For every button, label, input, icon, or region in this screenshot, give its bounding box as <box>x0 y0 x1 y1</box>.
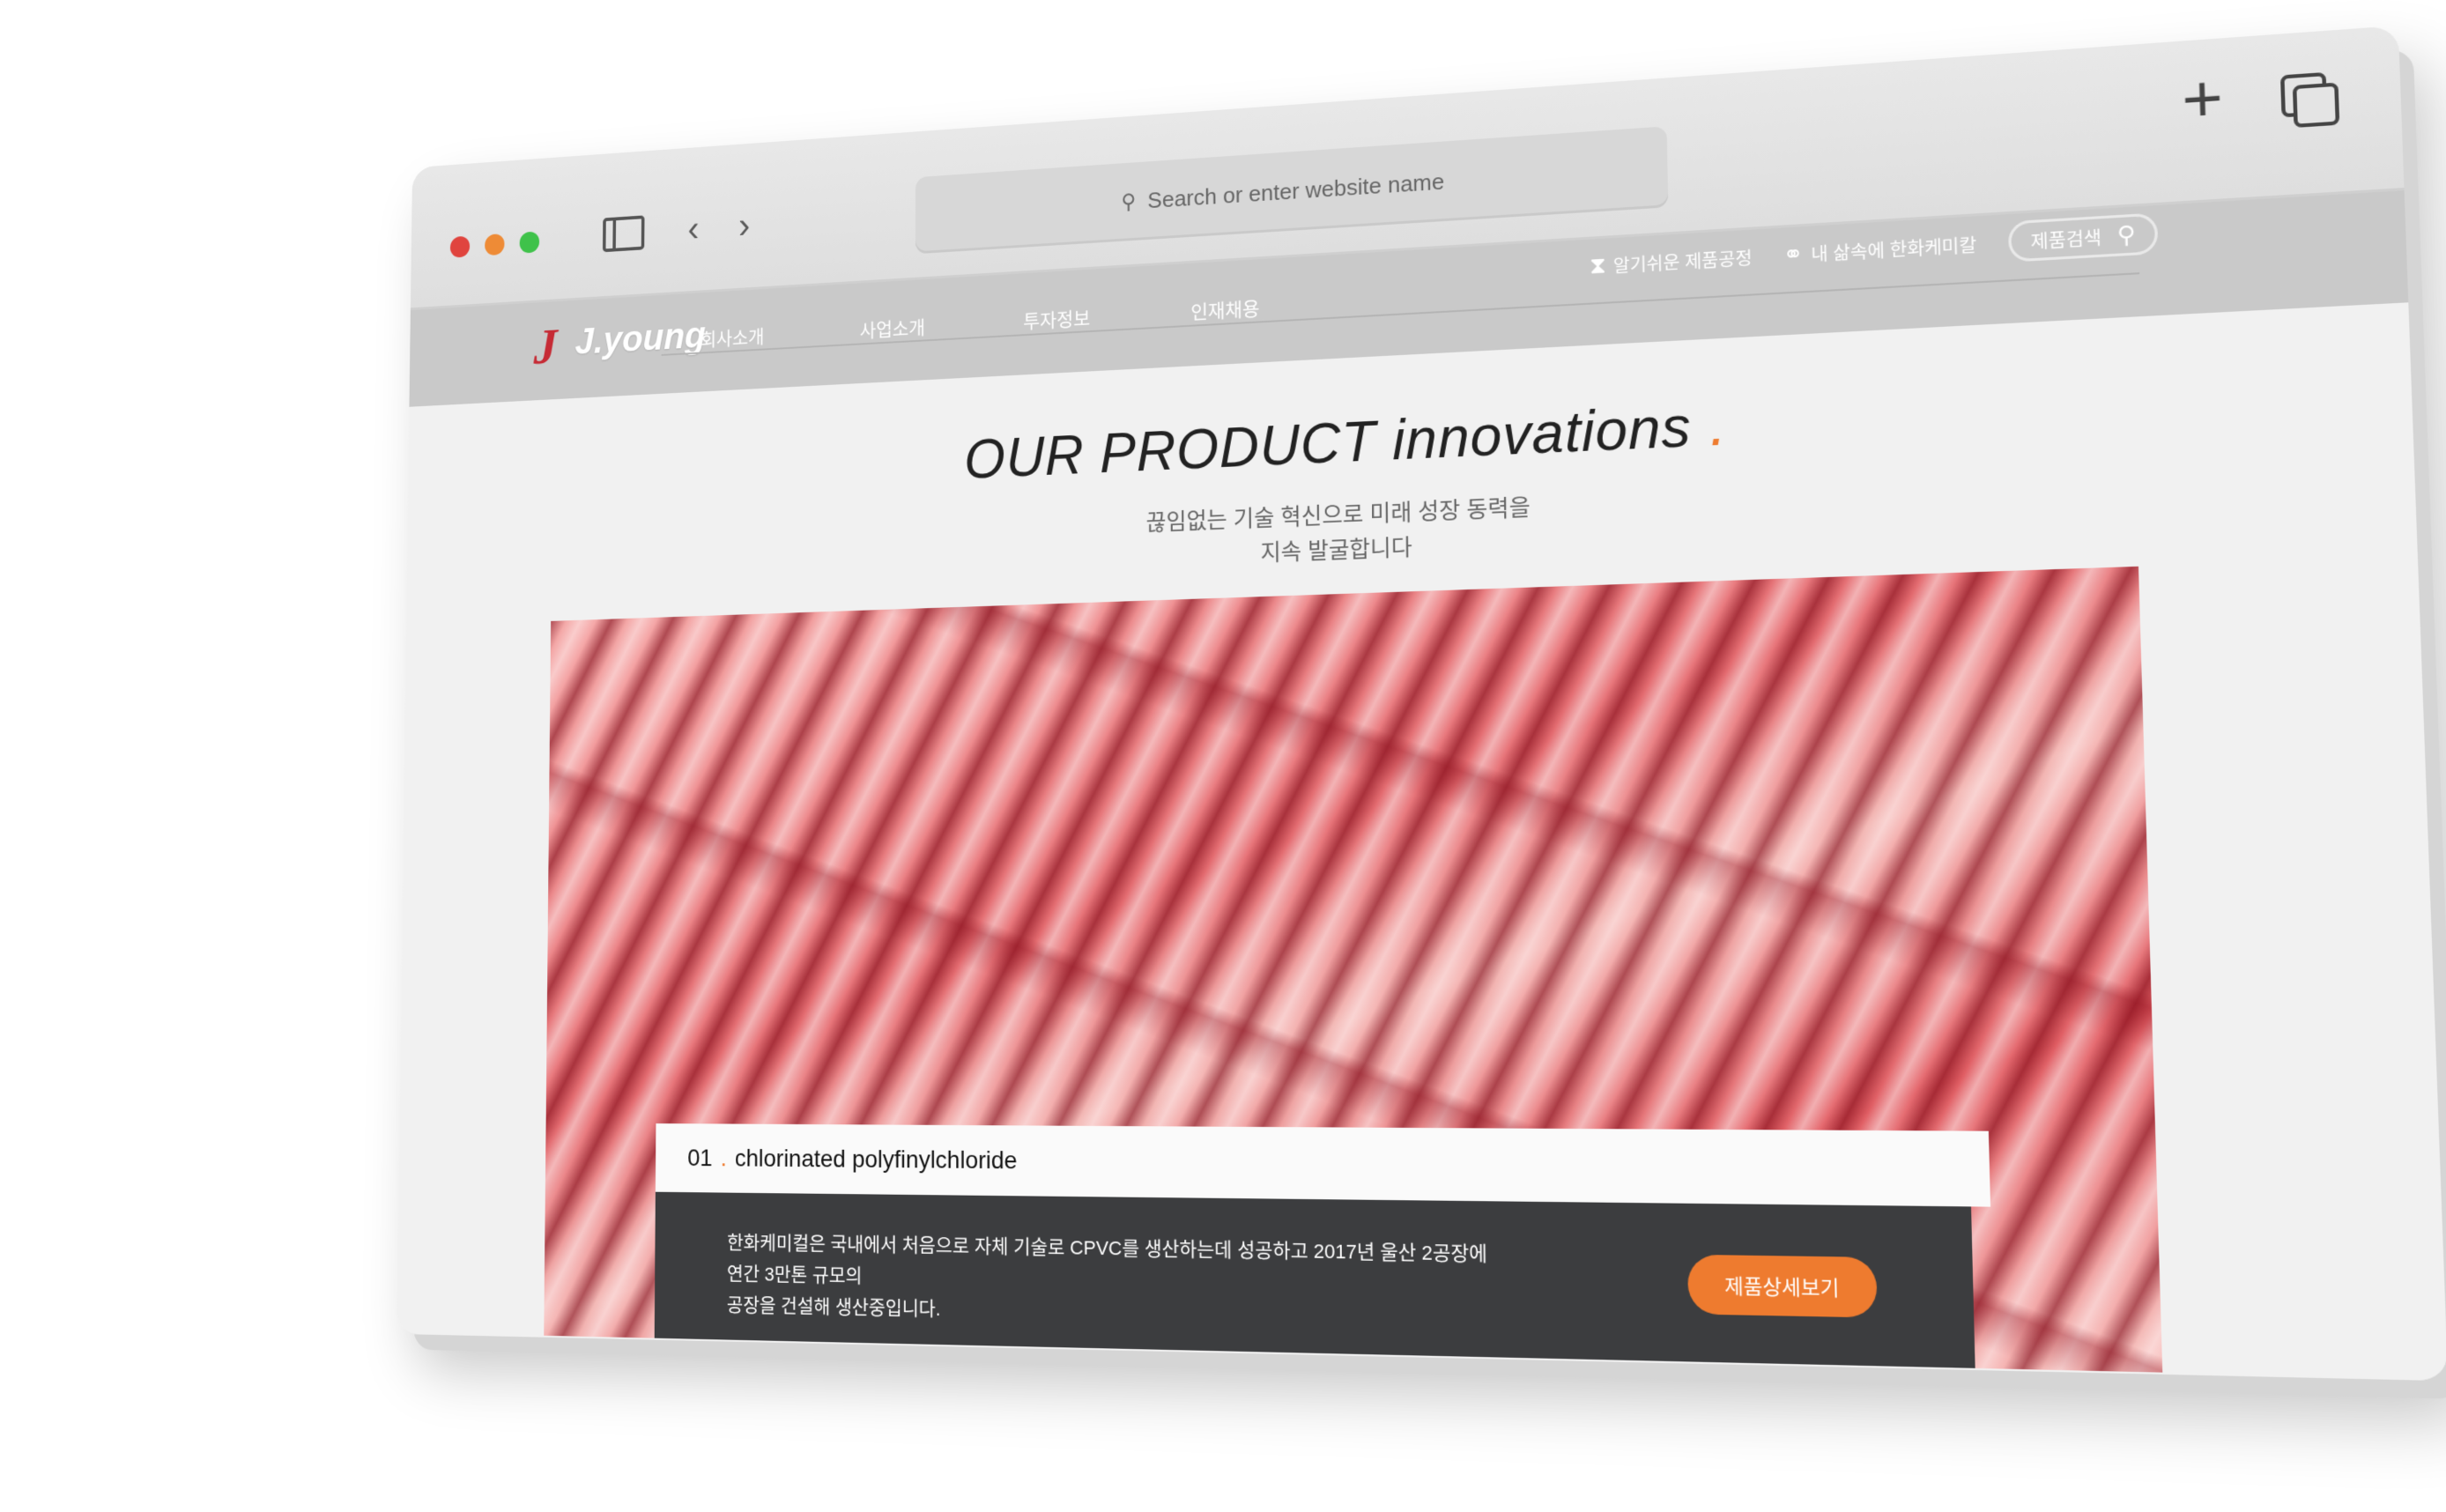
mockup-stage: ‹ › ⚲ Search or enter website name + J J… <box>0 0 2446 1512</box>
logo-mark-icon: J <box>533 318 558 375</box>
main-nav: 회사소개 사업소개 투자정보 인재채용 <box>700 293 1260 352</box>
page-title-text: OUR PRODUCT innovations <box>964 394 1693 491</box>
search-icon: ⚲ <box>2116 220 2136 249</box>
window-controls <box>449 231 540 258</box>
product-detail-button[interactable]: 제품상세보기 <box>1687 1254 1878 1318</box>
life-label: 내 삶속에 한화케미칼 <box>1811 235 1977 266</box>
search-icon: ⚲ <box>1121 189 1137 214</box>
product-card: 01 . chlorinated polyfinylchloride 한화케미컬… <box>654 1123 1991 1368</box>
product-card-body: 한화케미컬은 국내에서 처음으로 자체 기술로 CPVC를 생산하는데 성공하고… <box>654 1191 1975 1368</box>
sidebar-toggle-icon[interactable] <box>600 208 647 260</box>
product-search-label: 제품검색 <box>2030 228 2102 254</box>
browser-window: ‹ › ⚲ Search or enter website name + J J… <box>397 25 2446 1382</box>
hourglass-icon: ⧗ <box>1589 251 1607 279</box>
close-window-button[interactable] <box>449 235 471 258</box>
product-number: 01 <box>687 1144 713 1172</box>
back-arrow-icon[interactable]: ‹ <box>670 204 716 256</box>
process-label: 알기쉬운 제품공정 <box>1612 248 1753 278</box>
process-link[interactable]: ⧗ 알기쉬운 제품공정 <box>1590 242 1753 280</box>
title-accent-dot: . <box>1708 392 1728 458</box>
product-description: 한화케미컬은 국내에서 처음으로 자체 기술로 CPVC를 생산하는데 성공하고… <box>727 1227 1496 1338</box>
address-bar[interactable]: ⚲ Search or enter website name <box>915 126 1669 255</box>
main-content: OUR PRODUCT innovations. 끊임없는 기술 혁신으로 미래… <box>397 302 2446 1382</box>
site-logo[interactable]: J J.young <box>530 309 707 375</box>
nav-item-careers[interactable]: 인재채용 <box>1190 293 1259 325</box>
nav-item-company[interactable]: 회사소개 <box>700 322 764 352</box>
product-name: chlorinated polyfinylchloride <box>734 1144 1018 1175</box>
minimize-window-button[interactable] <box>485 233 505 256</box>
maximize-window-button[interactable] <box>519 231 540 254</box>
product-search-button[interactable]: 제품검색 ⚲ <box>2008 212 2159 263</box>
handshake-icon: ⚭ <box>1783 240 1805 269</box>
forward-arrow-icon[interactable]: › <box>721 200 768 252</box>
logo-text: J.young <box>574 315 707 363</box>
address-placeholder: Search or enter website name <box>1147 167 1445 213</box>
nav-item-business[interactable]: 사업소개 <box>860 313 925 344</box>
nav-item-investment[interactable]: 투자정보 <box>1023 303 1090 334</box>
tab-overview-icon[interactable] <box>2279 71 2342 130</box>
life-link[interactable]: ⚭ 내 삶속에 한화케미칼 <box>1783 230 1977 269</box>
new-tab-plus-icon[interactable]: + <box>2172 61 2232 137</box>
product-accent-dot: . <box>720 1144 727 1172</box>
